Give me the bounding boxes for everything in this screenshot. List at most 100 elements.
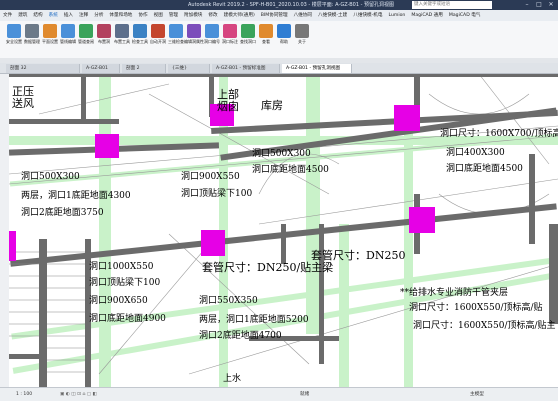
workset-label[interactable]: 主模型 [470,388,484,401]
ribbon-tool-button[interactable]: 洞口标注 [220,23,240,53]
menu-tab[interactable]: 修改 [208,10,217,21]
opening-annotation: 洞口顶贴梁下100 [89,278,161,288]
menu-tab[interactable]: 八维快模-机电 [353,10,382,21]
opening-annotation: 洞口底距地面4900 [89,314,166,324]
menu-tab[interactable]: 插入 [64,10,73,21]
tool-icon [187,24,201,38]
tool-icon [241,24,255,38]
opening-annotation: 洞口尺寸：1600X550/顶标高/贴 [409,303,543,313]
opening-annotation: 洞口底距地面4500 [252,165,329,175]
ribbon-tool-button[interactable]: 查找洞口 [238,23,258,53]
opening-annotation: 洞口400X300 [446,148,505,158]
walls [9,74,558,387]
view-tab[interactable]: A-GZ-B01 [82,64,120,73]
view-control-icons[interactable]: ▣ ◐ ◫ ⊡ ⌂ ▢ ◧ [60,388,97,401]
tool-icon [151,24,165,38]
sleeve-marker[interactable] [394,105,420,131]
ribbon-tool-button[interactable]: 帮助 [274,23,294,53]
tool-icon [25,24,39,38]
status-text: 就绪 [300,392,310,397]
minimize-icon[interactable]: – [521,0,533,10]
sleeve-marker[interactable] [95,134,119,158]
opening-annotation: 洞口底距地面4500 [446,164,523,174]
room-label: 上水 [223,374,242,384]
tool-icon [7,24,21,38]
room-label: 正压 送风 [12,85,34,110]
ribbon-tool-button[interactable]: 管道查阅 [76,23,96,53]
drawing-canvas[interactable]: 正压 送风 上部 烟囱 库房 洞口尺寸：1600X700/顶标高/贴主梁 洞口5… [9,74,558,387]
ribbon-tool-button[interactable]: 洞口编号 [202,23,222,53]
opening-annotation: 洞口尺寸：1600X700/顶标高/贴主梁 [440,129,558,139]
ribbon-tool-button[interactable]: 自动开洞 [148,23,168,53]
tool-label: 关于 [298,39,306,44]
menu-tab[interactable]: 视图 [154,10,163,21]
menu-tab[interactable]: 分析 [94,10,103,21]
ribbon-tool-button[interactable]: 编辑洞属性 [184,23,204,53]
ribbon-tool-button[interactable]: 三维检查 [166,23,186,53]
opening-annotation: 洞口2底距地面4700 [199,331,282,341]
opening-annotation: 洞口1000X550 [89,262,154,272]
menu-tab[interactable]: 八维协同 [294,10,312,21]
ribbon-tool-button[interactable]: 平面设置 [40,23,60,53]
opening-annotation: 洞口顶贴梁下100 [181,189,253,199]
tool-icon [277,24,291,38]
tool-icon [295,24,309,38]
view-tab[interactable]: 剖面 2 [122,64,166,73]
menu-tab[interactable]: 管理 [169,10,178,21]
ribbon-tool-button[interactable]: 布置洞 [94,23,114,53]
ribbon-tool-button[interactable]: 安全设置 [4,23,24,53]
note-annotation: **给排水专业消防干管夹层 [400,288,509,298]
maximize-icon[interactable]: □ [533,0,545,10]
ribbon-tool-button[interactable]: 管线编辑 [58,23,78,53]
floor-plan-drawing [9,74,558,387]
sleeve-marker[interactable] [201,230,225,256]
menu-tab[interactable]: BIM协同管理 [261,10,288,21]
search-input[interactable]: 键入关键字或短语 [412,1,492,9]
ribbon-tool-button[interactable]: 关于 [292,23,312,53]
view-tab[interactable]: A-GZ-B01 - 预留标准图 [212,64,280,73]
room-label: 库房 [261,99,283,112]
close-icon[interactable]: ✕ [545,0,557,10]
opening-annotation: 洞口550X350 [199,296,258,306]
ribbon-tool-button[interactable]: 布置工具 [112,23,132,53]
tool-icon [205,24,219,38]
sleeve-annotation: 套管尺寸：DN250 [311,249,406,262]
tool-icon [133,24,147,38]
menu-tab[interactable]: 附加模块 [184,10,202,21]
menu-tab[interactable]: 八维快模-土建 [318,10,347,21]
opening-annotation: 洞口2底距地面3750 [21,208,104,218]
room-label: 上部 烟囱 [217,88,239,113]
title-bar: Autodesk Revit 2019.2 - SPF-H-B01_2020.1… [0,0,558,10]
menu-tab[interactable]: 协作 [138,10,147,21]
status-bar: 1 : 100 ▣ ◐ ◫ ⊡ ⌂ ▢ ◧ 就绪 主模型 [0,387,558,401]
view-tab[interactable]: 剖面 32 [6,64,80,73]
tool-icon [259,24,273,38]
menu-tab[interactable]: 建筑 [18,10,27,21]
tool-icon [97,24,111,38]
menu-tab[interactable]: 体量和场地 [109,10,132,21]
opening-annotation: 洞口500X300 [252,149,311,159]
ribbon-tool-button[interactable]: 查看 [256,23,276,53]
view-scale[interactable]: 1 : 100 [16,388,32,401]
opening-annotation: 两层，洞口1底距地面4300 [21,191,131,201]
window-title: Autodesk Revit 2019.2 - SPF-H-B01_2020.1… [188,2,394,8]
view-tab[interactable]: A-GZ-B01 - 预留孔洞视图 [282,64,352,73]
tool-icon [43,24,57,38]
menu-tab[interactable]: MagiCAD 通用 [411,10,443,21]
view-tab-bar: 剖面 32 A-GZ-B01 剖面 2 {三维} A-GZ-B01 - 预留标准图 A-G… [0,63,558,74]
menu-tab[interactable]: MagiCAD 电气 [449,10,481,21]
sleeve-marker[interactable] [9,231,16,261]
menu-tab[interactable]: Lumion [388,10,405,21]
menu-tab[interactable]: 建模大师(通用) [224,10,255,21]
ribbon-tool-button[interactable]: 检查工具 [130,23,150,53]
menu-tab[interactable]: 注释 [79,10,88,21]
tool-icon [223,24,237,38]
menu-tab[interactable]: 结构 [33,10,42,21]
sleeve-marker[interactable] [409,207,435,233]
tool-icon [115,24,129,38]
opening-annotation: 洞口900X550 [181,172,240,182]
menu-tab[interactable]: 文件 [3,10,12,21]
view-tab[interactable]: {三维} [168,64,210,73]
ribbon-tool-button[interactable]: 数据管理 [22,23,42,53]
sleeve-annotation: 套管尺寸：DN250/贴主梁 [202,261,334,274]
